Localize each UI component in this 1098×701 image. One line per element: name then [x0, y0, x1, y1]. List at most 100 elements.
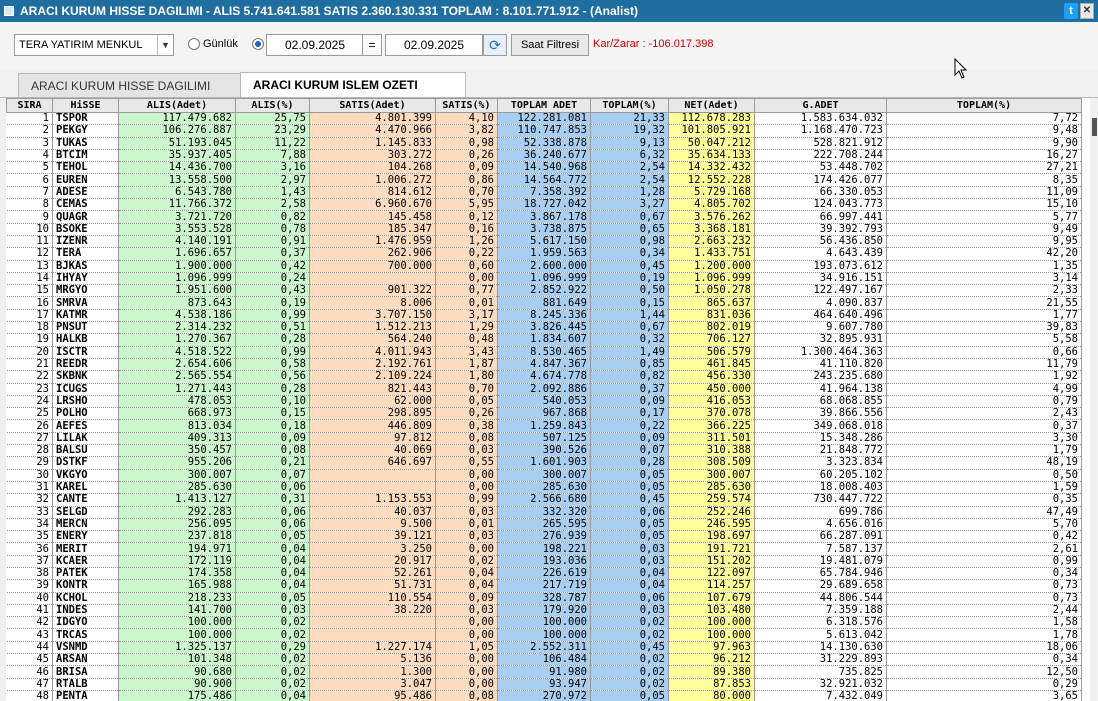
table-row[interactable]: 30 VKGYO 300.007 0,07 0,00 300.007 0,05 300.007…	[6, 469, 1082, 482]
table-row[interactable]: 48 PENTA 175.486 0,04 95.486 0,08 270.972 0,05 8…	[6, 690, 1082, 701]
table-row[interactable]: 12 TERA 1.696.657 0,37 262.906 0,22 1.959.563 0…	[6, 247, 1082, 261]
cell-sira: 18	[6, 321, 53, 335]
cell-alis-adet: 174.358	[118, 567, 236, 581]
table-row[interactable]: 10 BSOKE 3.553.528 0,78 185.347 0,16 3.738.875…	[6, 223, 1082, 236]
vertical-scrollbar[interactable]	[1090, 98, 1098, 701]
cell-satis-pct: 0,55	[435, 456, 498, 470]
daily-radio[interactable]	[188, 38, 200, 50]
cell-net-adet: 865.637	[668, 296, 755, 310]
table-row[interactable]: 7 ADESE 6.543.780 1,43 814.612 0,70 7.358.392 1…	[6, 186, 1082, 200]
table-row[interactable]: 26 AEFES 813.034 0,18 446.809 0,38 1.259.843 0,…	[6, 419, 1082, 433]
table-row[interactable]: 16 SMRVA 873.643 0,19 8.006 0,01 881.649 0,15 86…	[6, 296, 1082, 310]
table-row[interactable]: 28 BALSU 350.457 0,08 40.069 0,03 390.526 0,07 3…	[6, 444, 1082, 458]
table-row[interactable]: 3 TUKAS 51.193.045 11,22 1.145.833 0,98 52.338…	[6, 137, 1082, 150]
date-from-input[interactable]: 02.09.2025	[266, 34, 364, 56]
table-row[interactable]: 43 TRCAS 100.000 0,02 0,00 100.000 0,02 100.000…	[6, 628, 1082, 642]
cell-satis-adet: 814.612	[309, 186, 436, 200]
table-row[interactable]: 23 ICUGS 1.271.443 0,28 821.443 0,70 2.092.886…	[6, 383, 1082, 396]
col-header-toplam-pct[interactable]: TOPLAM(%)	[590, 98, 669, 113]
table-row[interactable]: 32 CANTE 1.413.127 0,31 1.153.553 0,99 2.566.6…	[6, 493, 1082, 507]
table-row[interactable]: 31 KAREL 285.630 0,06 0,00 285.630 0,05 285.630…	[6, 481, 1082, 495]
cell-net-adet: 122.097	[668, 567, 755, 581]
cell-g-adet: 53.448.702	[754, 161, 887, 175]
table-row[interactable]: 27 LILAK 409.313 0,09 97.812 0,08 507.125 0,09 3…	[6, 432, 1082, 446]
table-row[interactable]: 20 ISCTR 4.518.522 0,99 4.011.943 3,43 8.530.4…	[6, 346, 1082, 359]
col-header-g-adet[interactable]: G.ADET	[754, 98, 887, 113]
table-row[interactable]: 1 TSPOR 117.479.682 25,75 4.801.399 4,10 122.2…	[6, 112, 1082, 126]
table-row[interactable]: 4 BTCIM 35.937.405 7,88 303.272 0,26 36.240.67…	[6, 149, 1082, 163]
cell-toplam-adet: 4.674.778	[497, 370, 591, 384]
col-header-hisse[interactable]: HiSSE	[52, 98, 119, 113]
cell-net-adet: 96.212	[668, 653, 755, 667]
table-row[interactable]: 36 MERIT 194.971 0,04 3.250 0,00 198.221 0,03 19…	[6, 542, 1082, 556]
col-header-toplam-adet[interactable]: TOPLAM ADET	[497, 98, 591, 113]
table-row[interactable]: 45 ARSAN 101.348 0,02 5.136 0,00 106.484 0,02 96…	[6, 653, 1082, 667]
col-header-sira[interactable]: SIRA	[6, 98, 53, 113]
cell-satis-pct: 0,09	[435, 592, 498, 605]
cell-satis-pct: 0,08	[435, 690, 498, 701]
table-row[interactable]: 47 RTALB 90.900 0,02 3.047 0,00 93.947 0,02 87.8…	[6, 678, 1082, 691]
equals-button[interactable]: =	[362, 34, 382, 56]
table-row[interactable]: 2 PEKGY 106.276.887 23,29 4.470.966 3,82 110.7…	[6, 124, 1082, 138]
table-row[interactable]: 11 IZENR 4.140.191 0,91 1.476.959 1,26 5.617.1…	[6, 235, 1082, 249]
chevron-down-icon[interactable]: ▼	[157, 35, 173, 55]
table-row[interactable]: 18 PNSUT 2.314.232 0,51 1.512.213 1,29 3.826.4…	[6, 321, 1082, 335]
table-row[interactable]: 42 IDGYO 100.000 0,02 0,00 100.000 0,02 100.000…	[6, 616, 1082, 630]
table-row[interactable]: 15 MRGYO 1.951.600 0,43 901.322 0,77 2.852.922…	[6, 284, 1082, 298]
time-filter-button[interactable]: Saat Filtresi	[511, 34, 589, 56]
table-row[interactable]: 22 SKBNK 2.565.554 0,56 2.109.224 1,80 4.674.7…	[6, 370, 1082, 384]
table-row[interactable]: 14 IHYAY 1.096.999 0,24 0,00 1.096.999 0,19 1.0…	[6, 272, 1082, 286]
table-row[interactable]: 19 HALKB 1.270.367 0,28 564.240 0,48 1.834.607…	[6, 333, 1082, 347]
table-row[interactable]: 5 TEHOL 14.436.700 3,16 104.268 0,09 14.540.96…	[6, 161, 1082, 175]
table-row[interactable]: 17 KATMR 4.538.186 0,99 3.707.150 3,17 8.245.3…	[6, 309, 1082, 323]
broker-select[interactable]: TERA YATIRIM MENKUL ▼	[14, 34, 174, 56]
cell-g-adet: 528.821.912	[754, 137, 887, 150]
cell-alis-pct: 0,06	[235, 518, 310, 532]
table-row[interactable]: 39 KONTR 165.988 0,04 51.731 0,04 217.719 0,04 1…	[6, 579, 1082, 593]
table-row[interactable]: 25 POLHO 668.973 0,15 298.895 0,26 967.868 0,17…	[6, 407, 1082, 421]
table-row[interactable]: 21 REEDR 2.654.606 0,58 2.192.761 1,87 4.847.3…	[6, 358, 1082, 372]
table-row[interactable]: 40 KCHOL 218.233 0,05 110.554 0,09 328.787 0,06…	[6, 592, 1082, 605]
date-range-radio[interactable]	[252, 38, 264, 50]
col-header-alis-adet[interactable]: ALIS(Adet)	[118, 98, 236, 113]
tab-hisse-dagilimi[interactable]: ARACI KURUM HISSE DAGILIMI	[18, 73, 242, 97]
cell-sira: 16	[6, 296, 53, 310]
cell-alis-pct: 0,03	[235, 604, 310, 618]
table-row[interactable]: 34 MERCN 256.095 0,06 9.500 0,01 265.595 0,05 24…	[6, 518, 1082, 532]
tab-islem-ozeti[interactable]: ARACI KURUM ISLEM OZETI	[240, 72, 466, 98]
cell-alis-adet: 1.900.000	[118, 260, 236, 273]
date-to-input[interactable]: 02.09.2025	[385, 34, 483, 56]
cell-sira: 3	[6, 137, 53, 150]
col-header-net-adet[interactable]: NET(Adet)	[668, 98, 755, 113]
cell-toplam-adet: 1.259.843	[497, 419, 591, 433]
cell-g-adet: 124.043.773	[754, 198, 887, 212]
table-row[interactable]: 44 VSNMD 1.325.137 0,29 1.227.174 1,05 2.552.3…	[6, 641, 1082, 655]
cell-satis-pct: 0,00	[435, 678, 498, 691]
cell-satis-adet: 1.476.959	[309, 235, 436, 249]
table-row[interactable]: 13 BJKAS 1.900.000 0,42 700.000 0,60 2.600.000…	[6, 260, 1082, 273]
cell-sira: 26	[6, 419, 53, 433]
title-bar: ARACI KURUM HISSE DAGILIMI - ALIS 5.741.…	[0, 0, 1098, 22]
table-row[interactable]: 24 LRSHO 478.053 0,10 62.000 0,05 540.053 0,09 4…	[6, 395, 1082, 409]
col-header-satis-pct[interactable]: SATIS(%)	[435, 98, 498, 113]
col-header-toplam-pct-2[interactable]: TOPLAM(%)	[886, 98, 1082, 113]
table-row[interactable]: 41 INDES 141.700 0,03 38.220 0,03 179.920 0,03 1…	[6, 604, 1082, 618]
twitter-icon[interactable]: t	[1064, 3, 1078, 19]
table-row[interactable]: 35 ENERY 237.818 0,05 39.121 0,03 276.939 0,05 1…	[6, 530, 1082, 544]
cell-alis-adet: 955.206	[118, 456, 236, 470]
cell-g-adet: 6.318.576	[754, 616, 887, 630]
table-row[interactable]: 37 KCAER 172.119 0,04 20.917 0,02 193.036 0,03 1…	[6, 555, 1082, 568]
close-icon[interactable]: ✕	[1080, 3, 1094, 19]
table-row[interactable]: 8 CEMAS 11.766.372 2,58 6.960.670 5,95 18.727.…	[6, 198, 1082, 212]
table-row[interactable]: 29 DSTKF 955.206 0,21 646.697 0,55 1.601.903 0,…	[6, 456, 1082, 470]
col-header-alis-pct[interactable]: ALIS(%)	[235, 98, 310, 113]
scrollbar-thumb[interactable]	[1092, 118, 1097, 136]
refresh-icon[interactable]: ⟳	[483, 34, 507, 56]
table-row[interactable]: 38 PATEK 174.358 0,04 52.261 0,04 226.619 0,04 1…	[6, 567, 1082, 581]
table-row[interactable]: 46 BRISA 90.680 0,02 1.300 0,00 91.980 0,02 89.3…	[6, 665, 1082, 679]
table-row[interactable]: 33 SELGD 292.283 0,06 40.037 0,03 332.320 0,06 2…	[6, 506, 1082, 519]
col-header-satis-adet[interactable]: SATIS(Adet)	[309, 98, 436, 113]
table-row[interactable]: 6 EUREN 13.558.500 2,97 1.006.272 0,86 14.564.…	[6, 173, 1082, 187]
cell-g-adet: 32.895.931	[754, 333, 887, 347]
table-row[interactable]: 9 QUAGR 3.721.720 0,82 145.458 0,12 3.867.178 0…	[6, 210, 1082, 224]
